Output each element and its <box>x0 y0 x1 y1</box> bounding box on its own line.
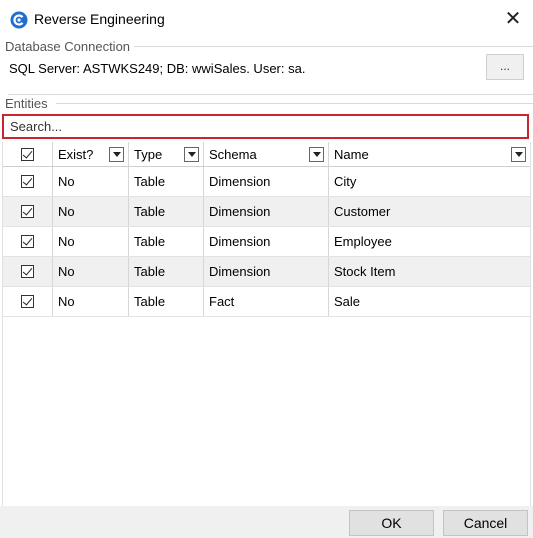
cell-type[interactable]: Table <box>129 287 204 316</box>
cell-name[interactable]: City <box>329 167 530 196</box>
column-header-name[interactable]: Name <box>329 142 530 166</box>
column-header-exist[interactable]: Exist? <box>53 142 129 166</box>
cell-exist[interactable]: No <box>53 227 129 256</box>
cell-type[interactable]: Table <box>129 197 204 226</box>
close-icon[interactable]: ✕ <box>496 5 530 33</box>
cell-name[interactable]: Customer <box>329 197 530 226</box>
column-header-label: Name <box>334 146 369 162</box>
ok-button[interactable]: OK <box>349 510 434 536</box>
divider <box>56 103 533 104</box>
divider <box>8 94 533 95</box>
checkbox-checked-icon[interactable] <box>21 205 34 218</box>
entities-group-label: Entities <box>5 96 52 111</box>
checkbox-checked-icon[interactable] <box>21 235 34 248</box>
row-select-cell[interactable] <box>3 257 53 286</box>
table-row[interactable]: No Table Dimension Employee <box>3 227 530 257</box>
cancel-button[interactable]: Cancel <box>443 510 528 536</box>
column-header-label: Schema <box>209 146 257 162</box>
cell-exist[interactable]: No <box>53 287 129 316</box>
connection-string: SQL Server: ASTWKS249; DB: wwiSales. Use… <box>9 61 306 76</box>
chevron-down-icon[interactable] <box>184 147 199 162</box>
search-input[interactable] <box>2 114 529 139</box>
cell-exist[interactable]: No <box>53 197 129 226</box>
cell-name[interactable]: Sale <box>329 287 530 316</box>
cell-type[interactable]: Table <box>129 167 204 196</box>
cell-exist[interactable]: No <box>53 257 129 286</box>
table-row[interactable]: No Table Fact Sale <box>3 287 530 317</box>
window-title: Reverse Engineering <box>34 11 165 27</box>
select-all-checkbox[interactable] <box>21 147 34 161</box>
checkbox-checked-icon[interactable] <box>21 175 34 188</box>
row-select-cell[interactable] <box>3 287 53 316</box>
cell-schema[interactable]: Dimension <box>204 257 329 286</box>
row-select-cell[interactable] <box>3 197 53 226</box>
cell-type[interactable]: Table <box>129 227 204 256</box>
cell-name[interactable]: Employee <box>329 227 530 256</box>
title-bar: Reverse Engineering ✕ <box>0 0 533 38</box>
row-select-cell[interactable] <box>3 227 53 256</box>
cell-schema[interactable]: Fact <box>204 287 329 316</box>
table-row[interactable]: No Table Dimension Customer <box>3 197 530 227</box>
select-all-cell[interactable] <box>3 142 53 166</box>
app-logo-icon <box>10 11 28 29</box>
cell-schema[interactable]: Dimension <box>204 167 329 196</box>
cell-schema[interactable]: Dimension <box>204 197 329 226</box>
cell-schema[interactable]: Dimension <box>204 227 329 256</box>
cell-name[interactable]: Stock Item <box>329 257 530 286</box>
column-header-label: Exist? <box>58 146 94 162</box>
connection-group-label: Database Connection <box>5 39 135 54</box>
column-header-schema[interactable]: Schema <box>204 142 329 166</box>
checkbox-checked-icon[interactable] <box>21 295 34 308</box>
chevron-down-icon[interactable] <box>309 147 324 162</box>
chevron-down-icon[interactable] <box>109 147 124 162</box>
column-header-label: Type <box>134 146 163 162</box>
chevron-down-icon[interactable] <box>511 147 526 162</box>
grid-header: Exist? Type Schema Name <box>3 142 530 167</box>
cell-exist[interactable]: No <box>53 167 129 196</box>
table-row[interactable]: No Table Dimension City <box>3 167 530 197</box>
cell-type[interactable]: Table <box>129 257 204 286</box>
browse-connection-button[interactable]: ... <box>486 54 524 80</box>
column-header-type[interactable]: Type <box>129 142 204 166</box>
entities-grid: Exist? Type Schema Name No Table Dimensi… <box>2 142 531 506</box>
row-select-cell[interactable] <box>3 167 53 196</box>
checkbox-checked-icon[interactable] <box>21 265 34 278</box>
table-row[interactable]: No Table Dimension Stock Item <box>3 257 530 287</box>
